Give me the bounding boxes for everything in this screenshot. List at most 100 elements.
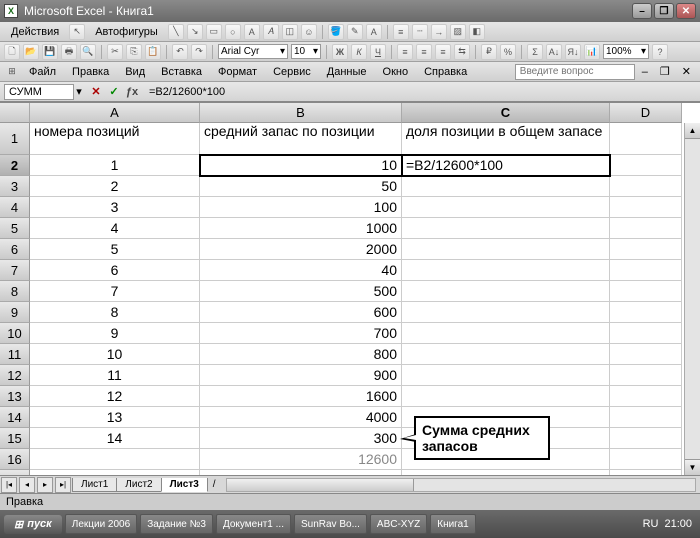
- cell[interactable]: 1: [30, 155, 200, 176]
- cell[interactable]: [610, 365, 682, 386]
- underline-icon[interactable]: Ч: [370, 44, 386, 60]
- preview-icon[interactable]: 🔍: [80, 44, 96, 60]
- cell[interactable]: [610, 281, 682, 302]
- close-button[interactable]: ✕: [676, 3, 696, 19]
- autosum-icon[interactable]: Σ: [527, 44, 543, 60]
- row-header[interactable]: 11: [0, 344, 30, 365]
- undo-icon[interactable]: ↶: [172, 44, 188, 60]
- cell[interactable]: 6: [30, 260, 200, 281]
- cell[interactable]: 900: [200, 365, 402, 386]
- formula-input[interactable]: =B2/12600*100: [144, 84, 696, 100]
- bold-icon[interactable]: Ж: [332, 44, 348, 60]
- autoshapes-menu[interactable]: Автофигуры: [88, 23, 165, 41]
- cell[interactable]: 13: [30, 407, 200, 428]
- row-header[interactable]: 6: [0, 239, 30, 260]
- open-icon[interactable]: 📂: [23, 44, 39, 60]
- menu-format[interactable]: Формат: [211, 63, 264, 81]
- shadow-icon[interactable]: ▨: [450, 24, 466, 40]
- name-box[interactable]: СУММ: [4, 84, 74, 100]
- currency-icon[interactable]: ₽: [481, 44, 497, 60]
- cell[interactable]: [402, 239, 610, 260]
- cell[interactable]: [200, 470, 402, 475]
- task-button[interactable]: SunRav Bo...: [294, 514, 367, 534]
- row-header[interactable]: 16: [0, 449, 30, 470]
- cell[interactable]: [610, 218, 682, 239]
- cell[interactable]: [402, 470, 610, 475]
- cell[interactable]: 2000: [200, 239, 402, 260]
- cell[interactable]: [610, 344, 682, 365]
- cell[interactable]: [610, 449, 682, 470]
- cell[interactable]: [610, 470, 682, 475]
- fill-icon[interactable]: 🪣: [328, 24, 344, 40]
- merge-icon[interactable]: ⇆: [454, 44, 470, 60]
- menu-edit[interactable]: Правка: [65, 63, 116, 81]
- cell[interactable]: 40: [200, 260, 402, 281]
- horizontal-scrollbar[interactable]: [226, 478, 696, 492]
- doc-close-button[interactable]: ✕: [677, 64, 696, 79]
- cell[interactable]: [402, 302, 610, 323]
- maximize-button[interactable]: ❐: [654, 3, 674, 19]
- task-button[interactable]: Документ1 ...: [216, 514, 291, 534]
- help-icon[interactable]: ?: [652, 44, 668, 60]
- cell[interactable]: [402, 344, 610, 365]
- font-color-icon[interactable]: A: [366, 24, 382, 40]
- cell[interactable]: [610, 260, 682, 281]
- cell[interactable]: [610, 407, 682, 428]
- cell[interactable]: [610, 302, 682, 323]
- row-header[interactable]: 13: [0, 386, 30, 407]
- fx-icon[interactable]: ƒx: [124, 84, 140, 100]
- new-icon[interactable]: 🗋: [4, 44, 20, 60]
- actions-menu[interactable]: Действия: [4, 23, 66, 41]
- cell[interactable]: 300: [200, 428, 402, 449]
- row-header[interactable]: 7: [0, 260, 30, 281]
- chart-wizard-icon[interactable]: 📊: [584, 44, 600, 60]
- font-size-select[interactable]: 10▾: [291, 44, 321, 59]
- menu-data[interactable]: Данные: [320, 63, 374, 81]
- column-header-A[interactable]: A: [30, 103, 200, 123]
- cell[interactable]: [402, 260, 610, 281]
- cell[interactable]: 1000: [200, 218, 402, 239]
- redo-icon[interactable]: ↷: [191, 44, 207, 60]
- menu-insert[interactable]: Вставка: [154, 63, 209, 81]
- row-header[interactable]: 17: [0, 470, 30, 475]
- cell[interactable]: номера позиций: [30, 123, 200, 155]
- scroll-down-icon[interactable]: ▼: [685, 459, 700, 475]
- percent-icon[interactable]: %: [500, 44, 516, 60]
- cell[interactable]: [610, 123, 682, 155]
- tab-prev-icon[interactable]: ◂: [19, 477, 35, 493]
- active-cell[interactable]: =B2/12600*100: [402, 155, 610, 176]
- paste-icon[interactable]: 📋: [145, 44, 161, 60]
- cell-sum[interactable]: 12600: [200, 449, 402, 470]
- cell[interactable]: 800: [200, 344, 402, 365]
- menu-window[interactable]: Окно: [376, 63, 416, 81]
- cell[interactable]: 600: [200, 302, 402, 323]
- cell[interactable]: средний запас по позиции: [200, 123, 402, 155]
- task-button[interactable]: Лекции 2006: [65, 514, 137, 534]
- cell[interactable]: 5: [30, 239, 200, 260]
- chart-icon[interactable]: ◫: [282, 24, 298, 40]
- align-right-icon[interactable]: ≡: [435, 44, 451, 60]
- print-icon[interactable]: 🖶: [61, 44, 77, 60]
- cell[interactable]: 2: [30, 176, 200, 197]
- cell[interactable]: 3: [30, 197, 200, 218]
- enter-icon[interactable]: ✓: [106, 84, 122, 100]
- align-left-icon[interactable]: ≡: [397, 44, 413, 60]
- tab-next-icon[interactable]: ▸: [37, 477, 53, 493]
- cell[interactable]: [610, 428, 682, 449]
- excel-doc-icon[interactable]: ⊞: [4, 64, 20, 80]
- sort-desc-icon[interactable]: Я↓: [565, 44, 581, 60]
- row-header[interactable]: 8: [0, 281, 30, 302]
- cell[interactable]: [610, 197, 682, 218]
- sheet-tab-2[interactable]: Лист2: [116, 478, 161, 492]
- menu-view[interactable]: Вид: [118, 63, 152, 81]
- font-select[interactable]: Arial Cyr▾: [218, 44, 288, 59]
- cell[interactable]: [610, 386, 682, 407]
- task-button[interactable]: Книга1: [430, 514, 475, 534]
- callout-annotation[interactable]: Сумма средних запасов: [414, 416, 550, 460]
- cell[interactable]: 8: [30, 302, 200, 323]
- line-icon[interactable]: ╲: [168, 24, 184, 40]
- sort-asc-icon[interactable]: A↓: [546, 44, 562, 60]
- cell[interactable]: 7: [30, 281, 200, 302]
- cell[interactable]: 10: [200, 155, 402, 176]
- doc-minimize-button[interactable]: –: [637, 65, 653, 79]
